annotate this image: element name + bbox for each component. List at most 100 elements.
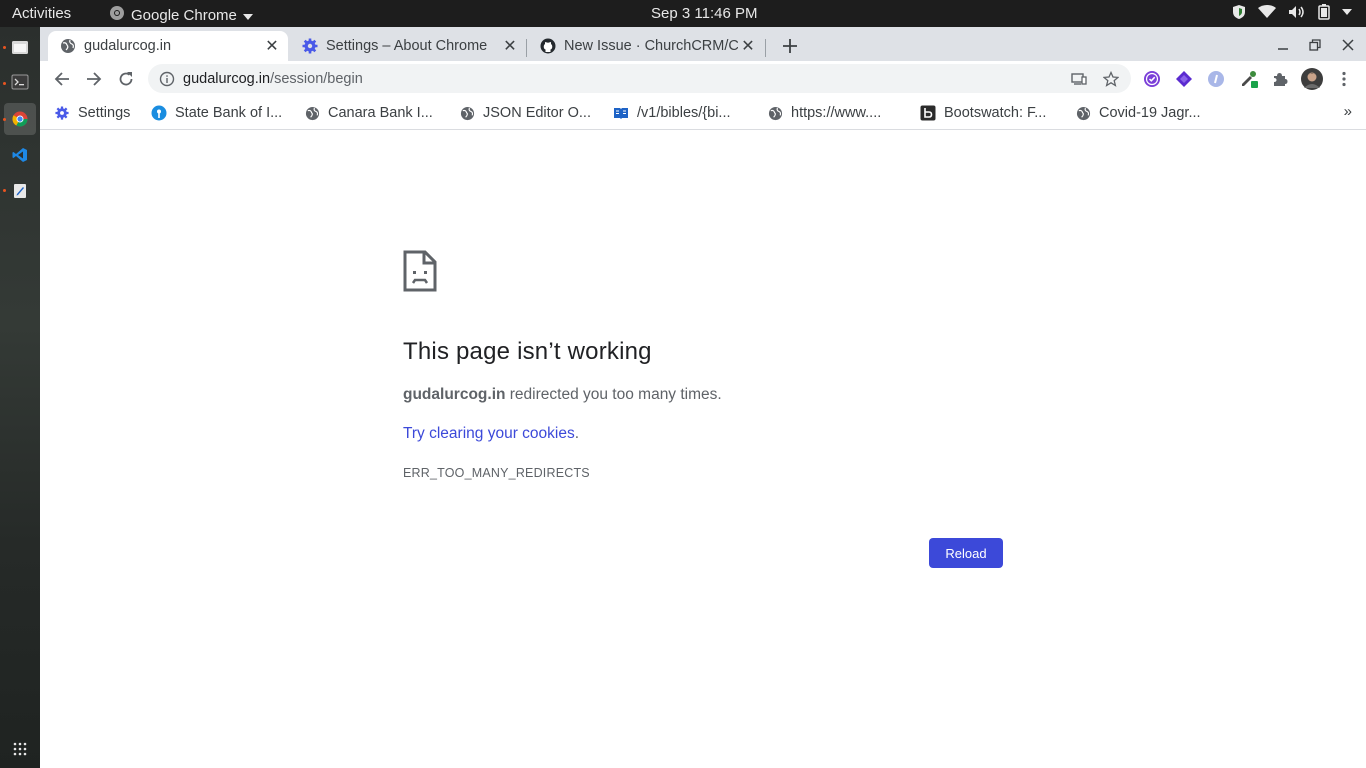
chrome-icon[interactable] [8, 107, 32, 131]
bookmark-bootswatch[interactable]: Bootswatch: F... [920, 103, 1046, 123]
bookmark-label: Covid-19 Jagr... [1099, 105, 1201, 121]
info-icon[interactable] [159, 71, 175, 87]
app-menu-label: Google Chrome [131, 6, 237, 24]
refresh-icon [119, 72, 133, 86]
extensions-puzzle-icon[interactable] [1270, 69, 1290, 89]
clock[interactable]: Sep 3 11:46 PM [651, 5, 757, 22]
show-applications-icon[interactable] [8, 737, 32, 761]
cast-device-icon[interactable] [1070, 70, 1088, 88]
browser-toolbar: gudalurcog.in/session/begin [40, 61, 1366, 96]
reload-button[interactable]: Reload [929, 538, 1003, 568]
close-icon[interactable]: ✕ [738, 36, 758, 56]
bookmark-label: JSON Editor O... [483, 105, 591, 121]
globe-icon [459, 105, 475, 121]
forward-button[interactable] [81, 66, 107, 92]
tab-github-issue[interactable]: New Issue · ChurchCRM/C ✕ [528, 31, 764, 61]
bookmark-https-www[interactable]: https://www.... [767, 103, 881, 123]
error-code: ERR_TOO_MANY_REDIRECTS [403, 466, 590, 480]
close-icon[interactable]: ✕ [262, 36, 282, 56]
back-button[interactable] [49, 66, 75, 92]
error-description-text: redirected you too many times. [505, 386, 722, 403]
running-indicator [3, 189, 6, 192]
power-menu-chevron-icon[interactable] [1342, 9, 1352, 15]
reload-toolbar-button[interactable] [113, 66, 139, 92]
tab-title: gudalurcog.in [84, 38, 172, 54]
minimize-icon [1278, 48, 1288, 50]
shield-icon[interactable] [1232, 4, 1246, 20]
volume-icon[interactable] [1288, 5, 1306, 19]
globe-icon [60, 38, 76, 54]
vscode-icon[interactable] [8, 143, 32, 167]
bookmark-star-icon[interactable] [1102, 70, 1120, 88]
error-page: This page isn’t working gudalurcog.in re… [40, 131, 1366, 768]
restore-icon [1309, 39, 1321, 51]
kebab-menu-icon[interactable] [1334, 69, 1354, 89]
settings-gear-icon [302, 38, 318, 54]
app-menu[interactable]: Google Chrome [109, 5, 253, 25]
bookmark-canara-bank[interactable]: Canara Bank I... [304, 103, 433, 123]
sbi-icon [151, 105, 167, 121]
globe-icon [304, 105, 320, 121]
sad-page-icon [403, 250, 437, 292]
extension-eyedropper-icon[interactable] [1239, 69, 1259, 89]
arrow-left-icon [54, 72, 69, 86]
system-tray[interactable] [1232, 4, 1352, 20]
chevron-down-icon [242, 7, 253, 24]
globe-icon [767, 105, 783, 121]
error-host: gudalurcog.in [403, 386, 506, 403]
bookmark-bibles-api[interactable]: /v1/bibles/{bi... [613, 103, 731, 123]
bookmarks-overflow-icon[interactable]: » [1344, 103, 1352, 120]
activities-button[interactable]: Activities [12, 5, 71, 22]
extension-diamond-icon[interactable] [1174, 69, 1194, 89]
extension-check-icon[interactable] [1142, 69, 1162, 89]
battery-icon[interactable] [1318, 4, 1330, 20]
tab-separator [765, 39, 766, 57]
bookmark-label: State Bank of I... [175, 105, 283, 121]
close-icon[interactable]: ✕ [500, 36, 520, 56]
close-icon [1342, 39, 1354, 51]
files-icon[interactable] [8, 35, 32, 59]
terminal-icon[interactable] [8, 70, 32, 94]
tab-gudalurcog[interactable]: gudalurcog.in ✕ [48, 31, 288, 61]
tab-settings[interactable]: Settings – About Chrome ✕ [290, 31, 526, 61]
bookmark-label: /v1/bibles/{bi... [637, 105, 731, 121]
bookmark-label: https://www.... [791, 105, 882, 121]
book-icon [613, 105, 629, 121]
arrow-right-icon [87, 72, 102, 86]
bookmark-label: Bootswatch: F... [944, 105, 1047, 121]
ubuntu-dock [0, 27, 40, 768]
settings-gear-icon [54, 105, 70, 121]
error-suggestion: Try clearing your cookies. [403, 425, 579, 443]
close-window-button[interactable] [1336, 34, 1360, 56]
restore-button[interactable] [1303, 34, 1327, 56]
url-text[interactable]: gudalurcog.in/session/begin [183, 71, 363, 87]
address-bar[interactable]: gudalurcog.in/session/begin [148, 64, 1131, 93]
error-description: gudalurcog.in redirected you too many ti… [403, 386, 722, 404]
github-icon [540, 38, 556, 54]
bookmark-json-editor[interactable]: JSON Editor O... [459, 103, 591, 123]
new-tab-button[interactable] [778, 34, 802, 58]
url-host: gudalurcog.in [183, 70, 271, 87]
page-title: This page isn’t working [403, 338, 652, 365]
globe-icon [1075, 105, 1091, 121]
bookmark-state-bank[interactable]: State Bank of I... [151, 103, 282, 123]
clear-cookies-link[interactable]: Try clearing your cookies [403, 425, 575, 442]
avatar[interactable] [1301, 68, 1323, 90]
bookmarks-bar: Settings State Bank of I... Canara Bank … [40, 96, 1366, 130]
bookmark-label: Settings [78, 105, 131, 121]
suggestion-period: . [574, 425, 580, 442]
wifi-icon[interactable] [1258, 5, 1276, 19]
gnome-top-bar: Activities Google Chrome Sep 3 11:46 PM [0, 0, 1366, 27]
minimize-button[interactable] [1271, 34, 1295, 56]
running-indicator [3, 118, 6, 121]
text-editor-icon[interactable] [8, 179, 32, 203]
extension-info-icon[interactable] [1206, 69, 1226, 89]
bookmark-covid-19[interactable]: Covid-19 Jagr... [1075, 103, 1201, 123]
running-indicator [3, 82, 6, 85]
chrome-small-icon [109, 5, 125, 25]
tab-title: Settings – About Chrome [326, 38, 488, 54]
plus-icon [783, 39, 797, 53]
bookmark-settings[interactable]: Settings [54, 103, 130, 123]
tab-separator [526, 39, 527, 57]
bookmark-label: Canara Bank I... [328, 105, 433, 121]
